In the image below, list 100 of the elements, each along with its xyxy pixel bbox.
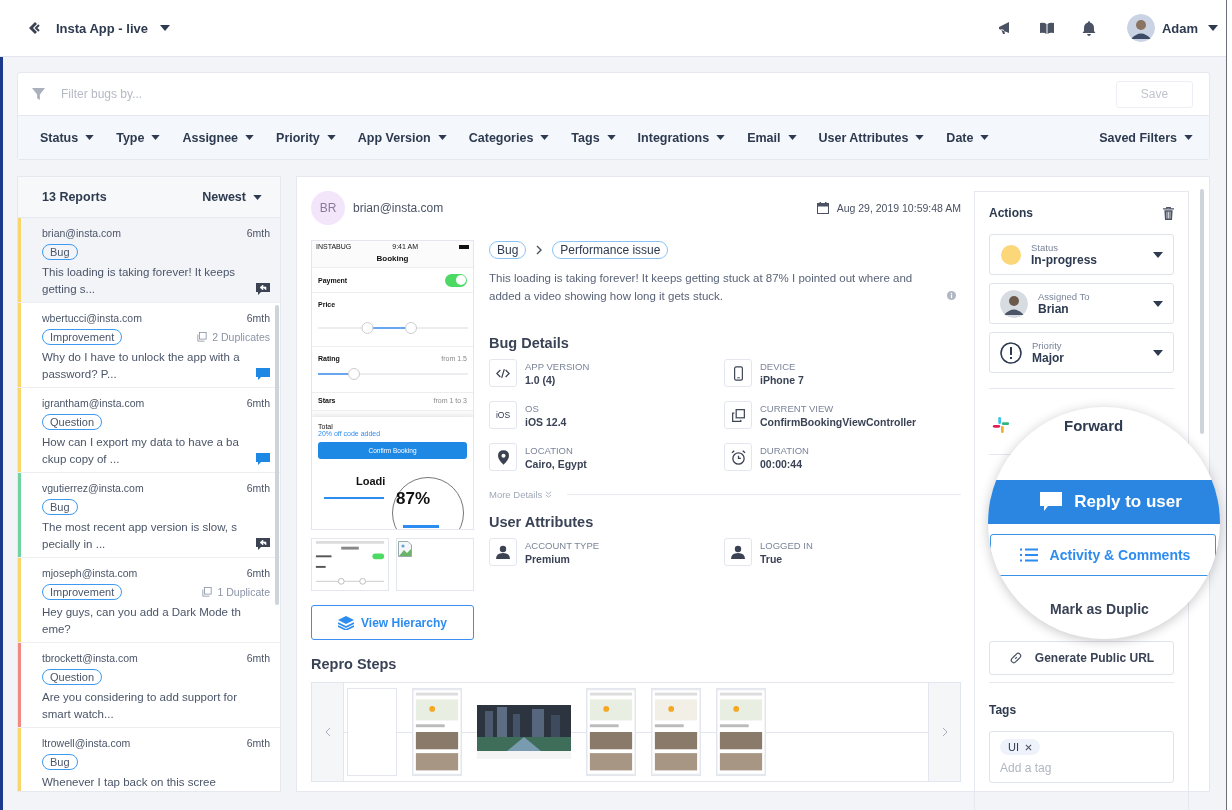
loading-percent: 87% — [396, 489, 431, 509]
scrollbar[interactable] — [1200, 189, 1204, 434]
slack-icon[interactable] — [992, 416, 1010, 434]
battery-icon — [459, 244, 469, 249]
sort-dropdown[interactable]: Newest — [196, 189, 268, 205]
filter-icon — [32, 87, 45, 101]
report-text: Are you considering to add support for smart watch... — [42, 690, 238, 722]
caret-icon — [1153, 349, 1163, 356]
person-icon — [724, 538, 752, 566]
report-item[interactable]: vgutierrez@insta.com 6mth Bug The most recent app version is slow, specially in ... — [18, 473, 280, 558]
caret-icon — [1153, 251, 1163, 258]
detail-value: iOS 12.4 — [525, 415, 567, 428]
filter-dropdown[interactable]: Assignee — [180, 128, 257, 147]
reporter-email: brian@insta.com — [42, 227, 121, 239]
close-icon[interactable] — [1025, 743, 1032, 751]
filter-dropdown[interactable]: Email — [745, 128, 799, 147]
filter-dropdown[interactable]: Categories — [466, 128, 552, 147]
action-dropdown[interactable]: Status In-progress — [989, 234, 1174, 275]
reply-button[interactable]: Reply to user — [988, 480, 1220, 524]
chat-icon — [256, 453, 270, 465]
app-name[interactable]: Insta App - live — [56, 20, 148, 36]
caret-icon — [85, 135, 95, 140]
reporter-email: mjoseph@insta.com — [42, 567, 138, 579]
attribute-label: ACCOUNT TYPE — [525, 539, 600, 551]
broken-image-icon — [398, 541, 412, 557]
detail-label: DURATION — [760, 444, 809, 456]
avatar — [1000, 289, 1028, 318]
report-description: This loading is taking forever! It keeps getting stuck at 87% I pointed out where and added a video showing how long it gets stuck. — [489, 271, 914, 304]
reports-count: 13 Reports — [42, 190, 107, 204]
person-icon — [489, 538, 517, 566]
copy-icon — [202, 587, 213, 597]
filter-dropdown[interactable]: Priority — [274, 128, 338, 147]
attribute-value: Premium — [525, 552, 571, 565]
report-item[interactable]: mjoseph@insta.com 6mth Improvement 1 Duplicate Hey guys, can you add a Dark Mode theme? — [18, 558, 280, 643]
detail-icon-box — [724, 401, 752, 429]
report-time: 6mth — [246, 397, 270, 409]
filter-dropdown[interactable]: Tags — [569, 128, 618, 147]
section-heading: Repro Steps — [311, 656, 398, 672]
duplicates-count: 2 Duplicates — [212, 331, 270, 343]
detail-icon-box — [489, 359, 517, 387]
caret-icon[interactable] — [1208, 25, 1218, 31]
detail-icon-box — [489, 443, 517, 471]
detail-label: OS — [525, 402, 540, 414]
action-dropdown[interactable]: Assigned To Brian — [989, 283, 1174, 324]
caret-icon — [151, 135, 161, 140]
user-name[interactable]: Adam — [1161, 20, 1198, 36]
report-time: 6mth — [246, 567, 270, 579]
generate-public-url-button[interactable]: Generate Public URL — [989, 641, 1174, 675]
caret-icon — [437, 135, 447, 140]
detail-value: Cairo, Egypt — [525, 457, 587, 470]
caret-icon — [245, 135, 255, 140]
saved-filters-dropdown[interactable]: Saved Filters — [1097, 128, 1195, 147]
avatar[interactable] — [1126, 14, 1155, 42]
reply-icon — [256, 283, 270, 295]
caret-icon — [1153, 300, 1163, 307]
report-item[interactable]: tbrockett@insta.com 6mth Question Are you considering to add support for smart watch... — [18, 643, 280, 728]
book-icon[interactable] — [1038, 20, 1055, 36]
attribute-label: LOGGED IN — [760, 539, 813, 551]
report-item[interactable]: igrantham@insta.com 6mth Question How can I export my data to have a backup copy of ... — [18, 388, 280, 473]
detail-label: DEVICE — [760, 360, 797, 372]
report-text: Why do I have to unlock the app with a password? P... — [42, 350, 241, 382]
layers-icon — [338, 615, 355, 630]
filter-dropdown[interactable]: Status — [38, 128, 97, 147]
detail-icon-box — [724, 443, 752, 471]
report-item[interactable]: wbertucci@insta.com 6mth Improvement 2 Duplicates Why do I have to unlock the app with a password? P... — [18, 303, 280, 388]
detail-icon-box — [724, 359, 752, 387]
duplicates-count: 1 Duplicate — [217, 586, 270, 598]
reporter-email: wbertucci@insta.com — [42, 312, 142, 324]
chat-icon — [1040, 492, 1063, 512]
filter-dropdown[interactable]: Date — [944, 128, 992, 147]
reply-icon — [256, 538, 270, 550]
chat-icon — [256, 368, 270, 380]
filter-dropdown[interactable]: App Version — [355, 128, 449, 147]
filter-dropdown[interactable]: Type — [114, 128, 163, 147]
action-dropdown[interactable]: Priority Major — [989, 332, 1174, 373]
detail-value: 1.0 (4) — [525, 373, 557, 386]
caret-icon — [980, 135, 990, 140]
filter-dropdown[interactable]: User Attributes — [816, 128, 927, 147]
report-time: 6mth — [246, 652, 270, 664]
calendar-icon — [816, 202, 829, 214]
filter-dropdown[interactable]: Integrations — [635, 128, 728, 147]
report-time: 6mth — [246, 312, 270, 324]
caret-icon — [716, 135, 726, 140]
caret-icon — [787, 135, 797, 140]
detail-label: APP VERSION — [525, 360, 590, 372]
list-icon — [1019, 548, 1038, 562]
report-text: This loading is taking forever! It keeps getting s... — [42, 265, 237, 297]
report-item[interactable]: brian@insta.com 6mth Bug This loading is taking forever! It keeps getting s... — [18, 218, 280, 303]
trash-icon[interactable] — [1163, 206, 1174, 220]
detail-label: LOCATION — [525, 444, 574, 456]
reporter-email: igrantham@insta.com — [42, 397, 145, 409]
chevron-right-icon — [941, 727, 948, 737]
reporter-email: brian@insta.com — [353, 201, 444, 215]
attribute-value: True — [760, 552, 784, 565]
report-time: 6mth — [246, 482, 270, 494]
bell-icon[interactable] — [1080, 20, 1097, 36]
caret-icon — [326, 135, 336, 140]
copy-icon — [197, 332, 208, 342]
caret-icon[interactable] — [160, 25, 170, 31]
reporter-email: vgutierrez@insta.com — [42, 482, 144, 494]
